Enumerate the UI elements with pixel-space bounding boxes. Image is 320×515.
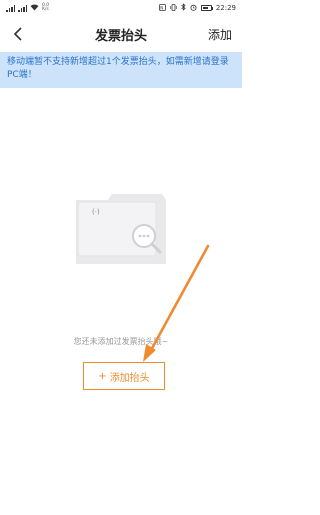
cellular-signal-icon [6,4,15,12]
chevron-left-icon [13,27,22,41]
back-button[interactable] [8,24,28,44]
vibrate-icon [170,3,177,13]
nfc-icon: N [158,3,166,13]
status-time: 22:29 [215,4,236,12]
nav-bar: 发票抬头 添加 [0,16,242,52]
svg-text:(·): (·) [92,208,100,216]
battery-fill [202,7,208,9]
status-right: N 22:29 [158,3,236,13]
add-button[interactable]: 添加 [208,26,232,43]
cellular-signal-2-icon [18,4,27,12]
page-title: 发票抬头 [94,28,147,44]
net-speed-unit: K/s [42,7,49,12]
notice-banner: 移动端暂不支持新增超过1个发票抬头，如需新增请登录PC端！ [0,52,242,88]
alarm-icon [190,4,197,13]
plus-icon: + [98,370,107,382]
add-invoice-header-button[interactable]: + 添加抬头 [83,362,165,390]
net-speed: 0.0 K/s [42,3,49,13]
add-invoice-header-label: 添加抬头 [109,372,150,384]
bluetooth-icon [181,3,186,13]
wifi-icon [30,3,39,13]
battery-icon [200,5,214,11]
notice-text: 移动端暂不支持新增超过1个发票抬头，如需新增请登录PC端！ [7,57,229,80]
svg-text:N: N [160,5,163,10]
empty-state-message: 您还未添加过发票抬头哦~ [73,337,169,346]
status-bar: 0.0 K/s N 22:29 [0,0,242,16]
empty-folder-illustration: (·) [76,194,166,264]
status-left: 0.0 K/s [6,3,49,13]
